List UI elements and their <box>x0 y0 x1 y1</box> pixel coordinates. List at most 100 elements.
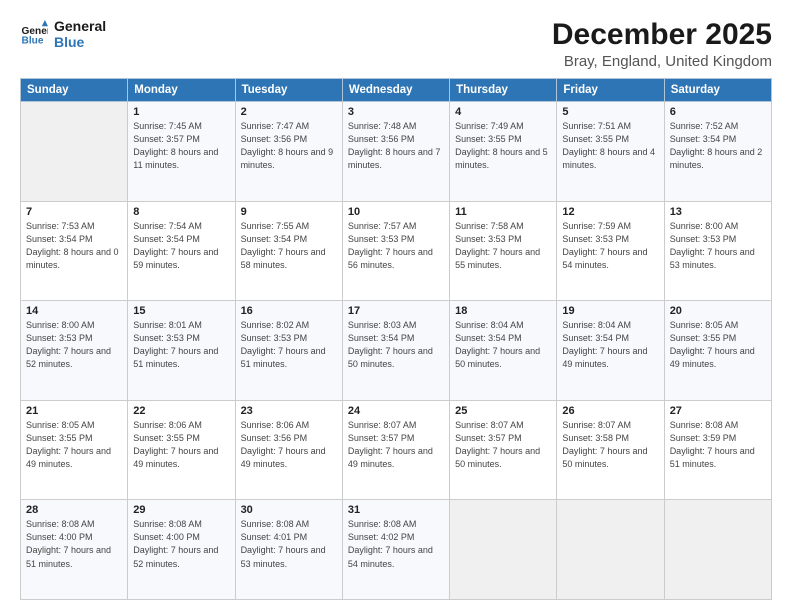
day-number: 23 <box>241 405 337 417</box>
cell-details: Sunrise: 8:07 AMSunset: 3:57 PMDaylight:… <box>348 419 444 471</box>
cell-details: Sunrise: 7:53 AMSunset: 3:54 PMDaylight:… <box>26 220 122 272</box>
day-number: 4 <box>455 106 551 118</box>
calendar-cell: 6 Sunrise: 7:52 AMSunset: 3:54 PMDaylight… <box>664 102 771 202</box>
cell-details: Sunrise: 8:04 AMSunset: 3:54 PMDaylight:… <box>455 319 551 371</box>
cell-details: Sunrise: 7:52 AMSunset: 3:54 PMDaylight:… <box>670 120 766 172</box>
week-row-4: 21 Sunrise: 8:05 AMSunset: 3:55 PMDayligh… <box>21 400 772 500</box>
calendar-cell: 10Sunrise: 7:57 AMSunset: 3:53 PMDayligh… <box>342 201 449 301</box>
cell-details: Sunrise: 7:48 AMSunset: 3:56 PMDaylight:… <box>348 120 444 172</box>
calendar-cell <box>557 500 664 600</box>
calendar-cell: 18Sunrise: 8:04 AMSunset: 3:54 PMDayligh… <box>450 301 557 401</box>
day-number: 8 <box>133 206 229 218</box>
main-title: December 2025 <box>552 18 772 51</box>
day-number: 15 <box>133 305 229 317</box>
day-number: 16 <box>241 305 337 317</box>
week-row-2: 7Sunrise: 7:53 AMSunset: 3:54 PMDaylight… <box>21 201 772 301</box>
day-number: 25 <box>455 405 551 417</box>
day-number: 26 <box>562 405 658 417</box>
calendar-cell: 21 Sunrise: 8:05 AMSunset: 3:55 PMDayligh… <box>21 400 128 500</box>
cell-details: Sunrise: 7:59 AMSunset: 3:53 PMDaylight:… <box>562 220 658 272</box>
day-number: 21 <box>26 405 122 417</box>
week-row-5: 28Sunrise: 8:08 AMSunset: 4:00 PMDayligh… <box>21 500 772 600</box>
day-number: 12 <box>562 206 658 218</box>
day-header-sunday: Sunday <box>21 79 128 102</box>
calendar-cell: 26Sunrise: 8:07 AMSunset: 3:58 PMDayligh… <box>557 400 664 500</box>
day-number: 31 <box>348 504 444 516</box>
svg-text:Blue: Blue <box>22 35 44 46</box>
cell-details: Sunrise: 8:08 AMSunset: 3:59 PMDaylight:… <box>670 419 766 471</box>
cell-details: Sunrise: 7:51 AMSunset: 3:55 PMDaylight:… <box>562 120 658 172</box>
day-number: 9 <box>241 206 337 218</box>
day-number: 13 <box>670 206 766 218</box>
calendar-cell: 31 Sunrise: 8:08 AMSunset: 4:02 PMDayligh… <box>342 500 449 600</box>
calendar-cell: 29 Sunrise: 8:08 AMSunset: 4:00 PMDayligh… <box>128 500 235 600</box>
calendar-cell: 3 Sunrise: 7:48 AMSunset: 3:56 PMDaylight… <box>342 102 449 202</box>
calendar-cell <box>21 102 128 202</box>
day-number: 2 <box>241 106 337 118</box>
day-number: 1 <box>133 106 229 118</box>
logo-line2: Blue <box>54 34 106 50</box>
cell-details: Sunrise: 8:06 AMSunset: 3:55 PMDaylight:… <box>133 419 229 471</box>
day-number: 17 <box>348 305 444 317</box>
cell-details: Sunrise: 8:06 AMSunset: 3:56 PMDaylight:… <box>241 419 337 471</box>
calendar-cell: 9 Sunrise: 7:55 AMSunset: 3:54 PMDaylight… <box>235 201 342 301</box>
day-number: 27 <box>670 405 766 417</box>
cell-details: Sunrise: 7:55 AMSunset: 3:54 PMDaylight:… <box>241 220 337 272</box>
calendar-cell: 19Sunrise: 8:04 AMSunset: 3:54 PMDayligh… <box>557 301 664 401</box>
cell-details: Sunrise: 7:58 AMSunset: 3:53 PMDaylight:… <box>455 220 551 272</box>
day-header-monday: Monday <box>128 79 235 102</box>
cell-details: Sunrise: 8:02 AMSunset: 3:53 PMDaylight:… <box>241 319 337 371</box>
cell-details: Sunrise: 8:08 AMSunset: 4:00 PMDaylight:… <box>133 518 229 570</box>
day-number: 11 <box>455 206 551 218</box>
sub-title: Bray, England, United Kingdom <box>552 53 772 70</box>
day-number: 20 <box>670 305 766 317</box>
calendar-cell: 22 Sunrise: 8:06 AMSunset: 3:55 PMDayligh… <box>128 400 235 500</box>
cell-details: Sunrise: 8:08 AMSunset: 4:02 PMDaylight:… <box>348 518 444 570</box>
calendar-cell: 4Sunrise: 7:49 AMSunset: 3:55 PMDaylight… <box>450 102 557 202</box>
day-number: 5 <box>562 106 658 118</box>
calendar-cell: 14Sunrise: 8:00 AMSunset: 3:53 PMDayligh… <box>21 301 128 401</box>
calendar-cell: 8Sunrise: 7:54 AMSunset: 3:54 PMDaylight… <box>128 201 235 301</box>
week-row-3: 14Sunrise: 8:00 AMSunset: 3:53 PMDayligh… <box>21 301 772 401</box>
title-block: December 2025 Bray, England, United King… <box>552 18 772 70</box>
cell-details: Sunrise: 8:00 AMSunset: 3:53 PMDaylight:… <box>670 220 766 272</box>
day-header-tuesday: Tuesday <box>235 79 342 102</box>
cell-details: Sunrise: 7:57 AMSunset: 3:53 PMDaylight:… <box>348 220 444 272</box>
cell-details: Sunrise: 8:00 AMSunset: 3:53 PMDaylight:… <box>26 319 122 371</box>
calendar-cell: 12 Sunrise: 7:59 AMSunset: 3:53 PMDayligh… <box>557 201 664 301</box>
day-number: 6 <box>670 106 766 118</box>
day-number: 22 <box>133 405 229 417</box>
cell-details: Sunrise: 7:47 AMSunset: 3:56 PMDaylight:… <box>241 120 337 172</box>
calendar-cell: 28Sunrise: 8:08 AMSunset: 4:00 PMDayligh… <box>21 500 128 600</box>
day-header-saturday: Saturday <box>664 79 771 102</box>
calendar-cell: 23 Sunrise: 8:06 AMSunset: 3:56 PMDayligh… <box>235 400 342 500</box>
calendar-cell: 25Sunrise: 8:07 AMSunset: 3:57 PMDayligh… <box>450 400 557 500</box>
calendar-cell <box>664 500 771 600</box>
day-number: 24 <box>348 405 444 417</box>
page: General Blue General Blue December 2025 … <box>0 0 792 612</box>
cell-details: Sunrise: 8:08 AMSunset: 4:01 PMDaylight:… <box>241 518 337 570</box>
day-number: 30 <box>241 504 337 516</box>
calendar-cell: 24 Sunrise: 8:07 AMSunset: 3:57 PMDayligh… <box>342 400 449 500</box>
cell-details: Sunrise: 7:45 AMSunset: 3:57 PMDaylight:… <box>133 120 229 172</box>
header: General Blue General Blue December 2025 … <box>20 18 772 70</box>
logo-line1: General <box>54 18 106 34</box>
day-number: 29 <box>133 504 229 516</box>
cell-details: Sunrise: 8:08 AMSunset: 4:00 PMDaylight:… <box>26 518 122 570</box>
day-number: 3 <box>348 106 444 118</box>
calendar-header-row: SundayMondayTuesdayWednesdayThursdayFrid… <box>21 79 772 102</box>
calendar-cell: 5 Sunrise: 7:51 AMSunset: 3:55 PMDaylight… <box>557 102 664 202</box>
calendar-cell: 11 Sunrise: 7:58 AMSunset: 3:53 PMDayligh… <box>450 201 557 301</box>
logo-icon: General Blue <box>20 20 48 48</box>
calendar-cell: 15Sunrise: 8:01 AMSunset: 3:53 PMDayligh… <box>128 301 235 401</box>
logo: General Blue General Blue <box>20 18 106 50</box>
day-header-friday: Friday <box>557 79 664 102</box>
calendar-cell: 16 Sunrise: 8:02 AMSunset: 3:53 PMDayligh… <box>235 301 342 401</box>
calendar-cell: 1 Sunrise: 7:45 AMSunset: 3:57 PMDaylight… <box>128 102 235 202</box>
calendar-cell: 20Sunrise: 8:05 AMSunset: 3:55 PMDayligh… <box>664 301 771 401</box>
calendar-cell: 13 Sunrise: 8:00 AMSunset: 3:53 PMDayligh… <box>664 201 771 301</box>
calendar: SundayMondayTuesdayWednesdayThursdayFrid… <box>20 78 772 600</box>
cell-details: Sunrise: 8:05 AMSunset: 3:55 PMDaylight:… <box>26 419 122 471</box>
calendar-cell <box>450 500 557 600</box>
day-header-wednesday: Wednesday <box>342 79 449 102</box>
